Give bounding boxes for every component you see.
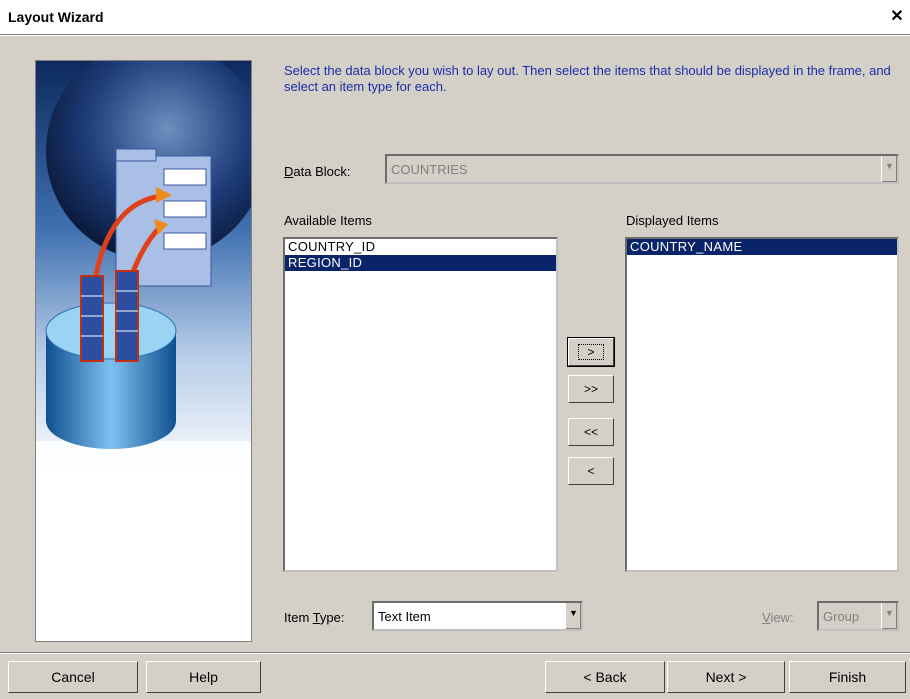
window-title: Layout Wizard [8, 9, 104, 25]
chevron-down-icon[interactable]: ▼ [565, 603, 581, 629]
displayed-items-list[interactable]: COUNTRY_NAME [625, 237, 899, 572]
close-icon[interactable]: ✕ [890, 9, 904, 25]
item-type-label-post: ype: [319, 610, 345, 625]
add-item-button[interactable]: > [567, 337, 615, 367]
cancel-button[interactable]: Cancel [8, 661, 138, 693]
add-item-label: > [578, 344, 604, 360]
finish-button[interactable]: Finish [789, 661, 906, 693]
title-bar: Layout Wizard ✕ [0, 0, 910, 34]
instructions-text: Select the data block you wish to lay ou… [284, 63, 891, 94]
data-block-label-mnemonic: D [284, 164, 294, 179]
item-type-value: Text Item [378, 609, 431, 624]
list-item-selected[interactable]: COUNTRY_NAME [627, 239, 897, 255]
wizard-illustration [35, 60, 252, 642]
data-block-value: COUNTRIES [391, 162, 468, 177]
available-items-label: Available Items [284, 213, 372, 228]
view-label: View: [762, 610, 794, 625]
item-type-label-mnemonic: T [312, 610, 320, 625]
view-label-text: iew: [770, 610, 794, 625]
back-button[interactable]: < Back [545, 661, 665, 693]
chevron-down-icon[interactable]: ▼ [881, 156, 897, 182]
view-value: Group [823, 609, 860, 624]
divider [0, 652, 910, 654]
data-block-label-text: ata Block: [293, 164, 351, 179]
list-item[interactable]: COUNTRY_ID [285, 239, 556, 255]
item-type-label-pre: Item [284, 610, 313, 625]
help-button[interactable]: Help [146, 661, 261, 693]
displayed-items-label: Displayed Items [626, 213, 719, 228]
add-all-items-button[interactable]: >> [568, 375, 614, 403]
chevron-down-icon[interactable]: ▼ [881, 603, 897, 629]
remove-item-button[interactable]: < [568, 457, 614, 485]
remove-all-items-button[interactable]: << [568, 418, 614, 446]
data-block-select[interactable]: COUNTRIES ▼ [385, 154, 899, 184]
data-block-label: Data Block: [284, 164, 350, 179]
view-select[interactable]: Group ▼ [817, 601, 899, 631]
next-button[interactable]: Next > [667, 661, 785, 693]
item-type-select[interactable]: Text Item ▼ [372, 601, 583, 631]
layout-wizard-dialog: Layout Wizard ✕ Select the data block yo… [0, 0, 910, 699]
item-type-label: Item Type: [284, 610, 344, 625]
available-items-list[interactable]: COUNTRY_ID REGION_ID [283, 237, 558, 572]
list-item-selected[interactable]: REGION_ID [285, 255, 556, 271]
divider [0, 34, 910, 36]
